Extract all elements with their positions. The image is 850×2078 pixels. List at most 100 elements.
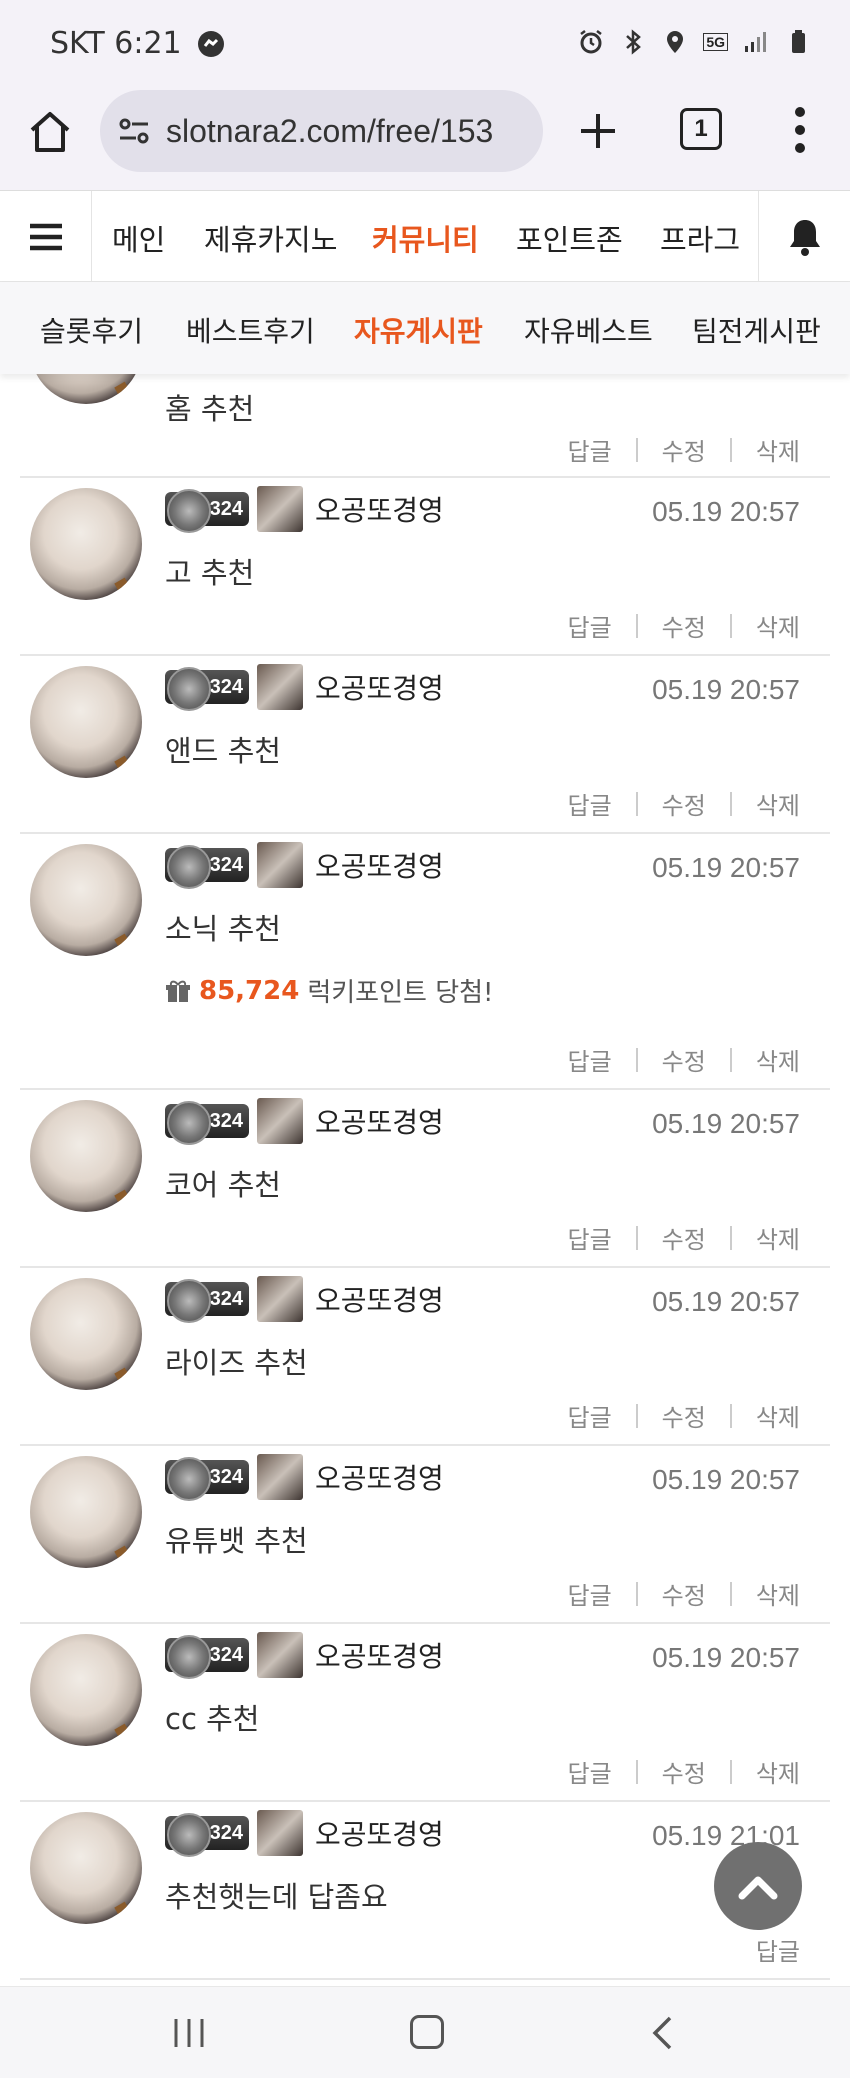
tab-switcher-button[interactable]: 1 xyxy=(680,108,722,150)
system-home-icon[interactable] xyxy=(410,2015,444,2049)
reply-button[interactable]: 답글 xyxy=(567,1220,611,1255)
edit-button[interactable]: 수정 xyxy=(662,1042,706,1077)
bell-icon xyxy=(789,220,820,256)
nickname[interactable]: 오공또경영 xyxy=(315,1457,444,1497)
reply-button[interactable]: 답글 xyxy=(567,432,611,467)
delete-button[interactable]: 삭제 xyxy=(756,608,800,643)
hamburger-icon xyxy=(29,223,62,251)
carrier-time: SKT 6:21 xyxy=(50,26,182,61)
hamburger-menu-button[interactable] xyxy=(0,191,92,283)
reply-button[interactable]: 답글 xyxy=(567,1576,611,1611)
comment-text: 홈 추천 xyxy=(165,392,255,426)
user-mini-avatar xyxy=(257,1098,303,1144)
timestamp: 05.19 20:57 xyxy=(652,1464,800,1495)
scroll-to-top-button[interactable] xyxy=(714,1842,802,1930)
signal-icon xyxy=(745,32,766,52)
nav-item-partner-casino[interactable]: 제휴카지노 xyxy=(204,217,337,259)
notification-button[interactable] xyxy=(758,191,850,283)
comment-item: 324 오공또경영 05.19 20:57 cc 추천 답글 수정 삭제 xyxy=(20,1624,830,1802)
nav-item-point-zone[interactable]: 포인트존 xyxy=(516,217,623,259)
sub-item-free-board[interactable]: 자유게시판 xyxy=(354,310,483,350)
edit-button[interactable]: 수정 xyxy=(662,1754,706,1789)
avatar xyxy=(30,1278,142,1390)
url-text[interactable]: slotnara2.com/free/153 xyxy=(166,113,493,150)
board-sub-nav: 슬롯후기 베스트후기 자유게시판 자유베스트 팀전게시판 xyxy=(0,282,850,374)
home-icon[interactable] xyxy=(26,108,74,156)
comment-item: 324 오공또경영 05.19 20:57 고 추천 답글 수정 삭제 xyxy=(20,478,830,656)
level-badge: 324 xyxy=(165,667,249,711)
user-mini-avatar xyxy=(257,842,303,888)
nickname[interactable]: 오공또경영 xyxy=(315,845,444,885)
url-bar[interactable]: slotnara2.com/free/153 xyxy=(100,90,543,172)
comment-item: 324 오공또경영 05.19 20:57 코어 추천 답글 수정 삭제 xyxy=(20,1090,830,1268)
delete-button[interactable]: 삭제 xyxy=(756,1754,800,1789)
edit-button[interactable]: 수정 xyxy=(662,1398,706,1433)
level-badge: 324 xyxy=(165,1635,249,1679)
timestamp: 05.19 20:57 xyxy=(652,852,800,883)
sub-item-best-review[interactable]: 베스트후기 xyxy=(186,310,315,350)
reply-button[interactable]: 답글 xyxy=(567,1042,611,1077)
site-settings-icon[interactable] xyxy=(116,113,152,149)
edit-button[interactable]: 수정 xyxy=(662,432,706,467)
delete-button[interactable]: 삭제 xyxy=(756,432,800,467)
avatar xyxy=(30,1100,142,1212)
comment-text: cc 추천 xyxy=(165,1702,260,1736)
sub-item-slot-review[interactable]: 슬롯후기 xyxy=(40,310,143,350)
comment-text: 코어 추천 xyxy=(165,1168,281,1202)
nickname[interactable]: 오공또경영 xyxy=(315,1813,444,1853)
edit-button[interactable]: 수정 xyxy=(662,1220,706,1255)
timestamp: 05.19 20:57 xyxy=(652,1642,800,1673)
new-tab-icon[interactable] xyxy=(575,108,621,154)
nickname[interactable]: 오공또경영 xyxy=(315,489,444,529)
reply-button[interactable]: 답글 xyxy=(567,608,611,643)
edit-button[interactable]: 수정 xyxy=(662,1576,706,1611)
comment-item: 홈 추천 답글 수정 삭제 xyxy=(20,374,830,478)
location-icon xyxy=(667,31,684,53)
delete-button[interactable]: 삭제 xyxy=(756,786,800,821)
more-options-icon[interactable] xyxy=(790,104,810,156)
nickname[interactable]: 오공또경영 xyxy=(315,1101,444,1141)
timestamp: 05.19 20:57 xyxy=(652,1286,800,1317)
delete-button[interactable]: 삭제 xyxy=(756,1220,800,1255)
browser-toolbar: slotnara2.com/free/153 1 xyxy=(0,90,850,190)
delete-button[interactable]: 삭제 xyxy=(756,1398,800,1433)
nickname[interactable]: 오공또경영 xyxy=(315,1279,444,1319)
reply-button[interactable]: 답글 xyxy=(567,786,611,821)
system-navigation-bar xyxy=(0,1986,850,2078)
comment-list: 홈 추천 답글 수정 삭제 324 오공또경영 05.19 20:57 고 추천… xyxy=(0,374,850,1986)
reply-button[interactable]: 답글 xyxy=(756,1932,800,1967)
lucky-point-notice: 85,724 럭키포인트 당첨! xyxy=(165,972,493,1009)
timestamp: 05.19 20:57 xyxy=(652,496,800,527)
reply-button[interactable]: 답글 xyxy=(567,1754,611,1789)
nav-item-main[interactable]: 메인 xyxy=(112,217,165,259)
level-badge: 324 xyxy=(165,1279,249,1323)
comment-item: 324 오공또경영 05.19 20:57 라이즈 추천 답글 수정 삭제 xyxy=(20,1268,830,1446)
nickname[interactable]: 오공또경영 xyxy=(315,667,444,707)
edit-button[interactable]: 수정 xyxy=(662,786,706,821)
messenger-icon xyxy=(197,30,224,57)
avatar xyxy=(30,1812,142,1924)
timestamp: 05.19 20:57 xyxy=(652,674,800,705)
edit-button[interactable]: 수정 xyxy=(662,608,706,643)
delete-button[interactable]: 삭제 xyxy=(756,1576,800,1611)
level-badge: 324 xyxy=(165,845,249,889)
comment-text: 고 추천 xyxy=(165,556,255,590)
reply-button[interactable]: 답글 xyxy=(567,1398,611,1433)
comment-text: 라이즈 추천 xyxy=(165,1346,308,1380)
avatar xyxy=(30,844,142,956)
comment-item: 324 오공또경영 05.19 21:01 추천햇는데 답좀요 답글 xyxy=(20,1802,830,1980)
back-icon[interactable] xyxy=(650,2015,674,2051)
nav-item-community[interactable]: 커뮤니티 xyxy=(372,217,479,259)
recent-apps-icon[interactable] xyxy=(172,2017,206,2049)
chevron-up-icon xyxy=(738,1876,778,1900)
timestamp: 05.19 20:57 xyxy=(652,1108,800,1139)
sub-item-free-best[interactable]: 자유베스트 xyxy=(524,310,653,350)
lucky-point-text: 럭키포인트 당첨! xyxy=(307,978,494,1008)
nav-item-pragmatic[interactable]: 프라그 xyxy=(660,217,740,259)
nickname[interactable]: 오공또경영 xyxy=(315,1635,444,1675)
level-badge: 324 xyxy=(165,489,249,533)
status-bar: SKT 6:21 5G xyxy=(0,0,850,90)
delete-button[interactable]: 삭제 xyxy=(756,1042,800,1077)
comment-text: 유튜뱃 추천 xyxy=(165,1524,308,1558)
sub-item-team-board[interactable]: 팀전게시판 xyxy=(692,310,821,350)
